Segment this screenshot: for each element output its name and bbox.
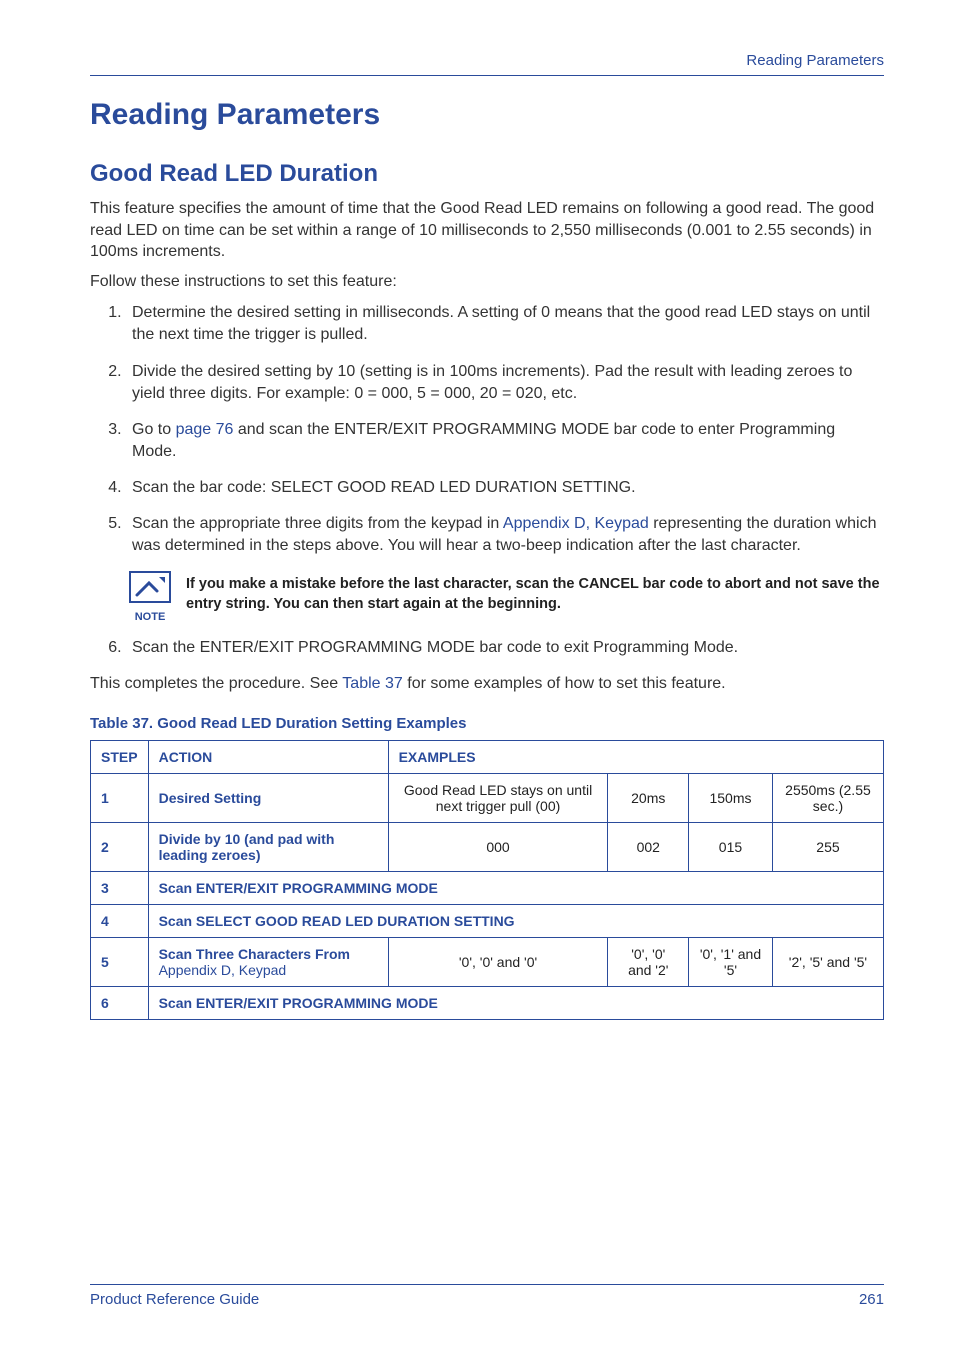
cell-action: Divide by 10 (and pad with leading zeroe… xyxy=(148,822,388,871)
cell-ex: '0', '0' and '0' xyxy=(388,937,608,986)
cell-ex: '0', '0' and '2' xyxy=(608,937,689,986)
table-row: 4 Scan SELECT GOOD READ LED DURATION SET… xyxy=(91,904,884,937)
footer-left: Product Reference Guide xyxy=(90,1291,259,1308)
note-block: NOTE If you make a mistake before the la… xyxy=(126,571,884,623)
footer-page-number: 261 xyxy=(859,1291,884,1308)
examples-table: STEP ACTION EXAMPLES 1 Desired Setting G… xyxy=(90,740,884,1020)
cell-ex: '2', '5' and '5' xyxy=(772,937,883,986)
table-row: 1 Desired Setting Good Read LED stays on… xyxy=(91,773,884,822)
cell-merged: Scan SELECT GOOD READ LED DURATION SETTI… xyxy=(148,904,883,937)
cell-action: Scan Three Characters From Appendix D, K… xyxy=(148,937,388,986)
step-4: Scan the bar code: SELECT GOOD READ LED … xyxy=(126,477,884,499)
cell-action: Desired Setting xyxy=(148,773,388,822)
cell-merged: Scan ENTER/EXIT PROGRAMMING MODE xyxy=(148,986,883,1019)
appendix-link-cell[interactable]: Appendix D, Keypad xyxy=(159,962,287,978)
note-label: NOTE xyxy=(126,611,174,623)
table-caption: Table 37. Good Read LED Duration Setting… xyxy=(90,715,884,732)
cell-ex: '0', '1' and '5' xyxy=(689,937,773,986)
cell-step: 2 xyxy=(91,822,149,871)
intro-para-1: This feature specifies the amount of tim… xyxy=(90,198,884,263)
col-step: STEP xyxy=(91,740,149,773)
cell-step: 5 xyxy=(91,937,149,986)
cell-ex: 015 xyxy=(689,822,773,871)
step-1: Determine the desired setting in millise… xyxy=(126,302,884,346)
cell-ex: Good Read LED stays on until next trigge… xyxy=(388,773,608,822)
table-link[interactable]: Table 37 xyxy=(342,675,403,692)
header-rule xyxy=(90,75,884,76)
subsection-title: Good Read LED Duration xyxy=(90,160,884,188)
running-header: Reading Parameters xyxy=(90,52,884,69)
col-action: ACTION xyxy=(148,740,388,773)
cell-ex: 150ms xyxy=(689,773,773,822)
note-icon: NOTE xyxy=(126,571,174,623)
step-2: Divide the desired setting by 10 (settin… xyxy=(126,361,884,405)
step-5-text-a: Scan the appropriate three digits from t… xyxy=(132,515,503,532)
intro-para-2: Follow these instructions to set this fe… xyxy=(90,271,884,293)
closing-para: This completes the procedure. See Table … xyxy=(90,673,884,695)
table-header-row: STEP ACTION EXAMPLES xyxy=(91,740,884,773)
step-5: Scan the appropriate three digits from t… xyxy=(126,513,884,557)
col-examples: EXAMPLES xyxy=(388,740,883,773)
steps-list-cont: Scan the ENTER/EXIT PROGRAMMING MODE bar… xyxy=(90,637,884,659)
cell-action-text: Scan Three Characters From xyxy=(159,946,350,962)
closing-text-b: for some examples of how to set this fea… xyxy=(403,675,726,692)
page-title: Reading Parameters xyxy=(90,98,884,132)
cell-ex: 002 xyxy=(608,822,689,871)
table-row: 3 Scan ENTER/EXIT PROGRAMMING MODE xyxy=(91,871,884,904)
cell-step: 4 xyxy=(91,904,149,937)
page-footer: Product Reference Guide 261 xyxy=(90,1284,884,1308)
cell-step: 3 xyxy=(91,871,149,904)
step-3-text-a: Go to xyxy=(132,421,176,438)
cell-merged: Scan ENTER/EXIT PROGRAMMING MODE xyxy=(148,871,883,904)
table-row: 6 Scan ENTER/EXIT PROGRAMMING MODE xyxy=(91,986,884,1019)
footer-rule xyxy=(90,1284,884,1285)
appendix-link[interactable]: Appendix D, Keypad xyxy=(503,515,649,532)
closing-text-a: This completes the procedure. See xyxy=(90,675,342,692)
table-row: 2 Divide by 10 (and pad with leading zer… xyxy=(91,822,884,871)
step-3: Go to page 76 and scan the ENTER/EXIT PR… xyxy=(126,419,884,463)
step-3-text-b: and scan the ENTER/EXIT PROGRAMMING MODE… xyxy=(132,421,835,460)
cell-ex: 20ms xyxy=(608,773,689,822)
cell-step: 1 xyxy=(91,773,149,822)
note-text: If you make a mistake before the last ch… xyxy=(186,571,884,614)
steps-list: Determine the desired setting in millise… xyxy=(90,302,884,557)
table-row: 5 Scan Three Characters From Appendix D,… xyxy=(91,937,884,986)
cell-ex: 2550ms (2.55 sec.) xyxy=(772,773,883,822)
page-link[interactable]: page 76 xyxy=(176,421,234,438)
cell-step: 6 xyxy=(91,986,149,1019)
step-6: Scan the ENTER/EXIT PROGRAMMING MODE bar… xyxy=(126,637,884,659)
cell-ex: 255 xyxy=(772,822,883,871)
cell-ex: 000 xyxy=(388,822,608,871)
